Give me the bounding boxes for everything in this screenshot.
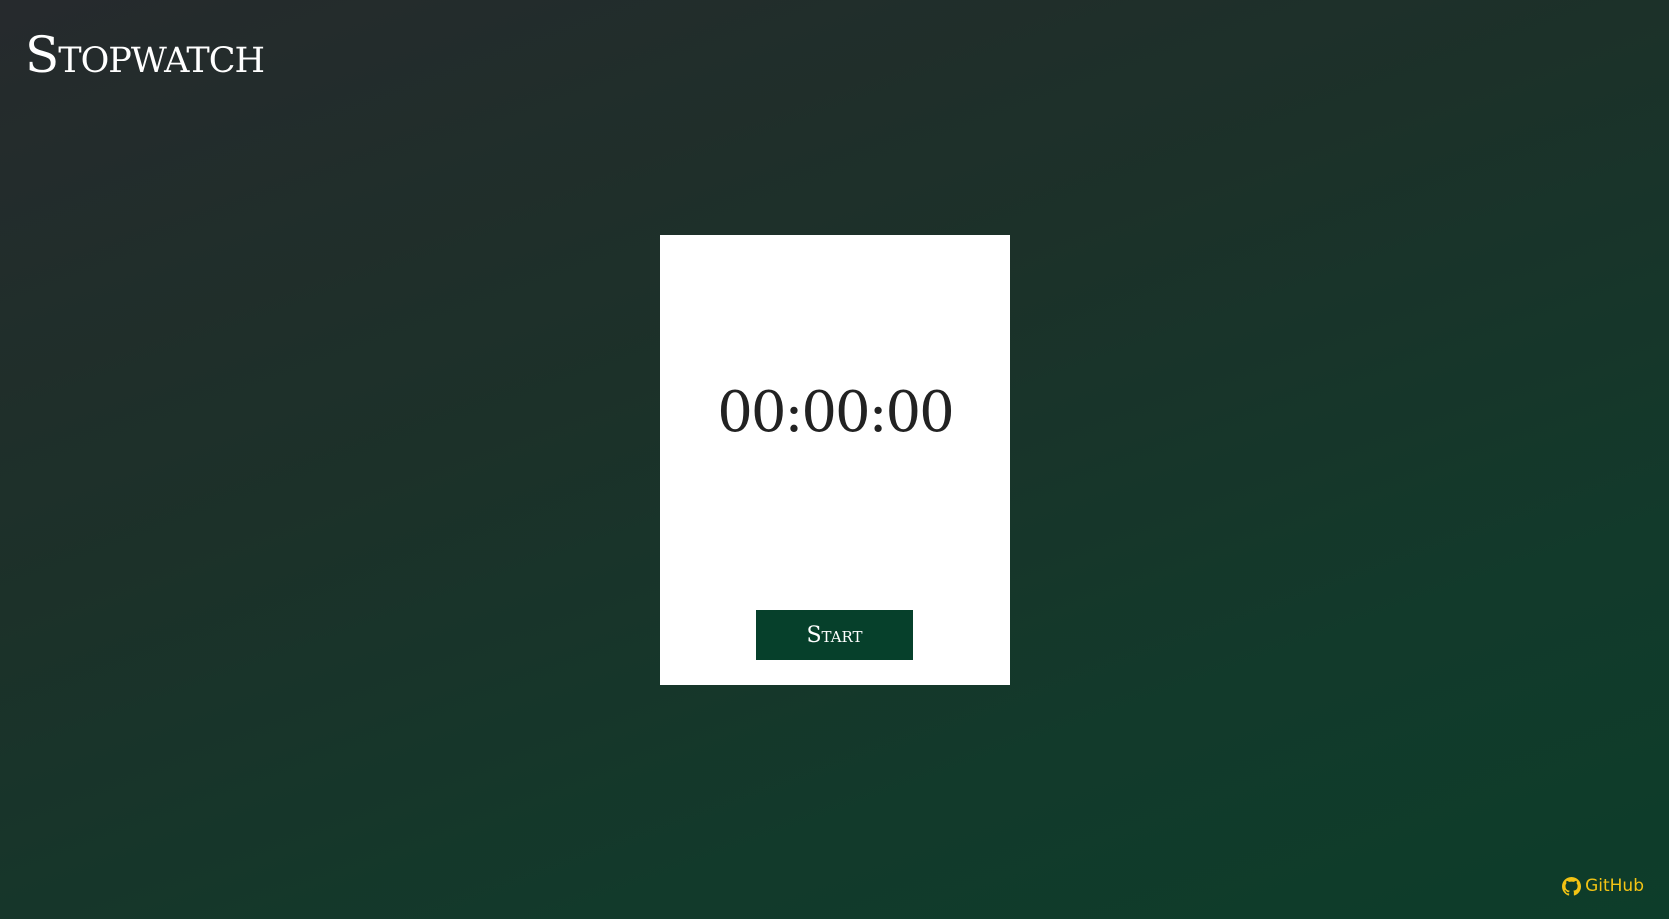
github-label: GitHub xyxy=(1585,876,1644,896)
start-button[interactable]: Start xyxy=(756,610,913,660)
app-title: Stopwatch xyxy=(25,26,265,84)
stopwatch-card: 00:00:00 Start xyxy=(660,235,1010,685)
timer-display: 00:00:00 xyxy=(717,380,955,445)
github-icon xyxy=(1562,876,1582,896)
github-link[interactable]: GitHub xyxy=(1562,875,1644,897)
